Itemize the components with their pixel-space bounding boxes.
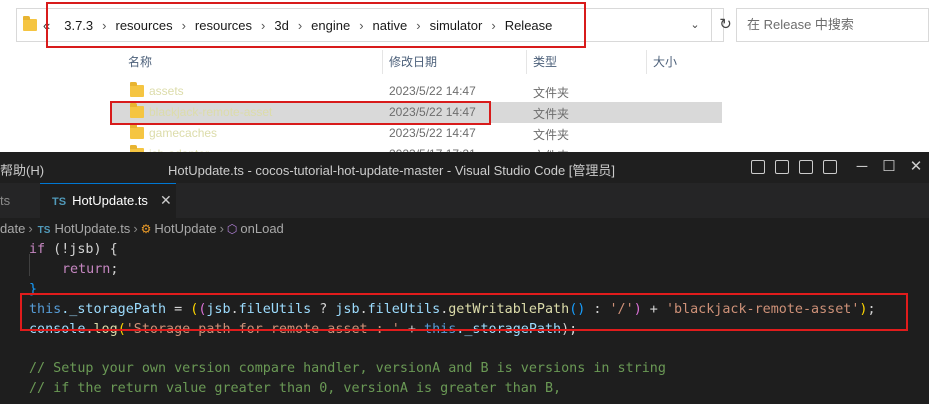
column-header-date[interactable]: 修改日期 [389,50,437,74]
file-type: 文件夹 [533,86,570,100]
column-divider[interactable] [382,50,383,74]
code-comment: // if the return value greater than 0, v… [29,381,562,396]
row-highlight-box [110,101,491,125]
column-divider[interactable] [646,50,647,74]
file-row[interactable]: assets 2023/5/22 14:47 文件夹 [110,81,722,102]
code-highlight-box [20,293,908,331]
menu-help[interactable]: 帮助(H) [0,160,44,179]
chevron-right-icon: › [133,221,138,236]
editor-tabs: ts TS HotUpdate.ts ✕ [0,183,929,218]
chevron-right-icon: › [28,221,33,236]
column-header-name[interactable]: 名称 [128,50,152,74]
folder-icon [23,16,37,31]
close-tab-icon[interactable]: ✕ [160,192,172,208]
refresh-icon[interactable]: ↻ [711,9,739,41]
file-name: assets [149,84,184,98]
class-symbol-icon: ⚙ [140,222,152,236]
column-header-size[interactable]: 大小 [653,50,677,74]
chevron-right-icon: › [219,221,224,236]
toggle-secondary-sidebar-icon[interactable] [799,160,813,174]
toggle-sidebar-icon[interactable] [751,160,765,174]
breadcrumb-class[interactable]: HotUpdate [154,221,216,236]
file-row[interactable]: gamecaches 2023/5/22 14:47 文件夹 [110,123,722,144]
folder-icon [130,82,144,97]
toggle-panel-icon[interactable] [775,160,789,174]
typescript-icon: TS [52,196,67,208]
minimize-icon[interactable]: ─ [850,156,874,178]
editor-breadcrumb: date › TS HotUpdate.ts › ⚙ HotUpdate › ⬡ onLoad [0,218,929,240]
code-line: if (!jsb) { [29,242,118,257]
tab-previous[interactable]: ts [0,183,40,218]
tab-label: HotUpdate.ts [72,193,148,208]
file-type: 文件夹 [533,128,570,142]
breadcrumb-method[interactable]: onLoad [240,221,283,236]
customize-layout-icon[interactable] [823,160,837,174]
file-explorer: « 3.7.3 › resources › resources › 3d › e… [0,0,929,163]
code-line: return; [62,262,119,277]
file-type: 文件夹 [533,107,570,121]
maximize-icon[interactable]: ☐ [877,156,901,178]
search-input[interactable]: 在 Release 中搜索 [736,8,929,42]
tab-label: ts [0,193,11,208]
code-comment: // Setup your own version compare handle… [29,361,666,376]
address-highlight-box [46,2,586,48]
breadcrumb-file[interactable]: HotUpdate.ts [54,221,130,236]
method-symbol-icon: ⬡ [226,222,238,236]
breadcrumb-folder[interactable]: date [0,221,25,236]
column-divider[interactable] [526,50,527,74]
close-icon[interactable]: ✕ [904,156,928,178]
typescript-icon: TS [37,225,51,236]
folder-icon [130,124,144,139]
file-date: 2023/5/22 14:47 [389,84,476,98]
title-bar: 帮助(H) HotUpdate.ts - cocos-tutorial-hot-… [0,152,929,183]
window-title: HotUpdate.ts - cocos-tutorial-hot-update… [168,163,616,178]
column-header-type[interactable]: 类型 [533,50,557,74]
chevron-down-icon[interactable]: ⌄ [683,9,707,41]
vscode-window: 帮助(H) HotUpdate.ts - cocos-tutorial-hot-… [0,152,929,404]
file-date: 2023/5/22 14:47 [389,126,476,140]
file-name: gamecaches [149,126,218,140]
tab-hotupdate[interactable]: TS HotUpdate.ts ✕ [40,183,176,218]
